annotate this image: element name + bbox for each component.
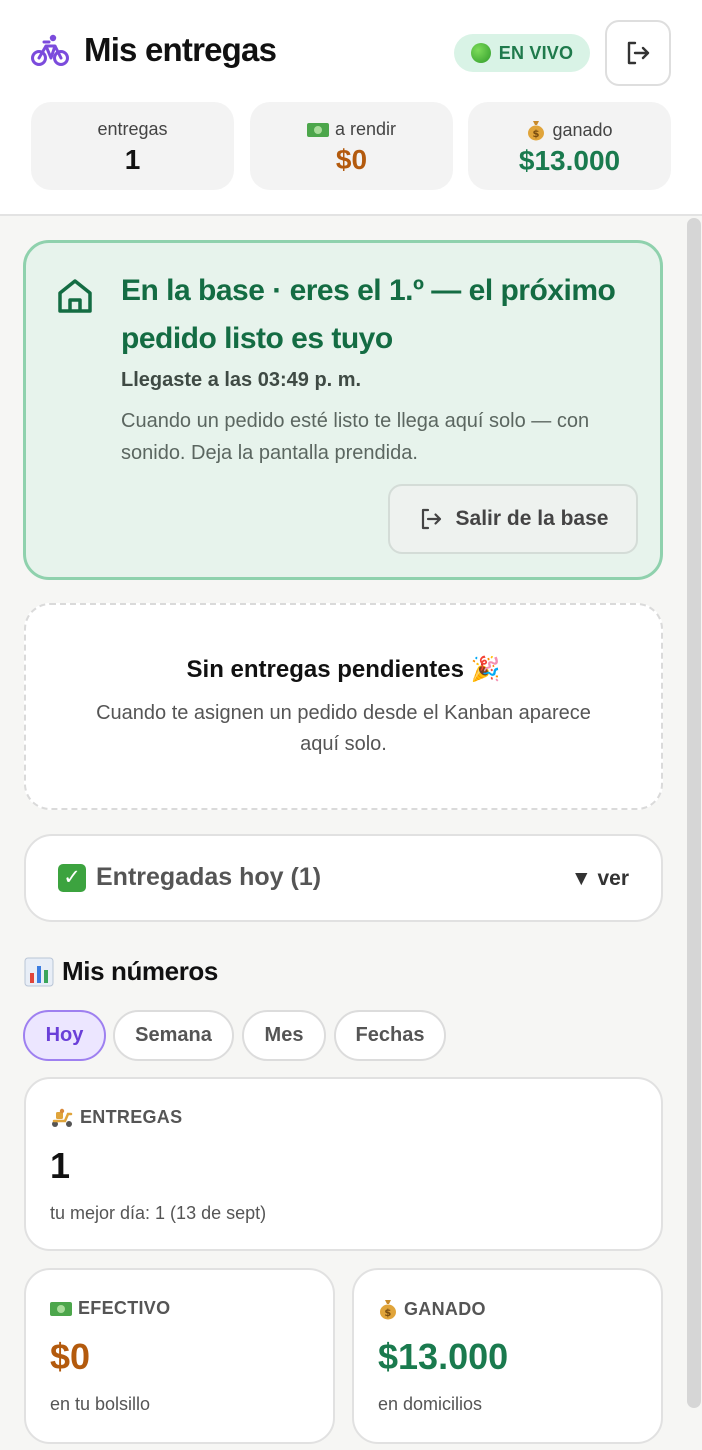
metric-label: ENTREGAS xyxy=(80,1107,183,1127)
stat-earned: $ ganado $13.000 xyxy=(468,102,671,190)
svg-text:$: $ xyxy=(384,1308,391,1319)
svg-text:$: $ xyxy=(533,129,540,140)
delivered-today-label: Entregadas hoy (1) xyxy=(96,863,322,891)
metric-value: $0 xyxy=(50,1336,91,1377)
home-icon xyxy=(58,279,92,313)
logout-icon xyxy=(421,508,441,530)
stat-label-row: a rendir xyxy=(250,119,453,140)
stat-value: $13.000 xyxy=(518,145,621,176)
leave-base-button[interactable]: Salir de la base xyxy=(388,484,638,554)
tab-semana[interactable]: Semana xyxy=(113,1010,234,1061)
live-status-badge: EN VIVO xyxy=(454,34,590,72)
live-badge-label: EN VIVO xyxy=(498,42,574,63)
stat-label: a rendir xyxy=(334,119,397,139)
metric-label: EFECTIVO xyxy=(78,1298,171,1318)
metric-note: tu mejor día: 1 (13 de sept) xyxy=(50,1203,267,1223)
stat-label-row: $ ganado xyxy=(468,119,671,141)
numbers-title: Mis números xyxy=(62,956,218,986)
scooter-icon xyxy=(52,1108,73,1127)
stat-deliveries: entregas 1 xyxy=(31,102,234,190)
earned-metric-card: $ GANADO $13.000 en domicilios xyxy=(352,1268,663,1444)
expand-toggle[interactable]: ▼ ver xyxy=(571,867,629,891)
page-title: Mis entregas xyxy=(84,31,277,68)
logout-button[interactable] xyxy=(605,20,671,86)
deliveries-metric-card: ENTREGAS 1 tu mejor día: 1 (13 de sept) xyxy=(24,1077,663,1251)
leave-base-label: Salir de la base xyxy=(455,507,609,530)
stat-to-settle: a rendir $0 xyxy=(250,102,453,190)
header: Mis entregas EN VIVO entregas 1 a rendir… xyxy=(0,0,702,216)
metric-label-row: $ GANADO xyxy=(378,1298,486,1320)
numbers-section-title: Mis números xyxy=(24,956,218,987)
logout-icon xyxy=(627,41,650,65)
tab-hoy[interactable]: Hoy xyxy=(23,1010,106,1061)
base-description: Cuando un pedido esté listo te llega aqu… xyxy=(121,410,590,464)
check-mark-icon: ✓ xyxy=(58,863,86,892)
empty-state-card: Sin entregas pendientes 🎉 Cuando te asig… xyxy=(24,603,663,810)
tab-mes[interactable]: Mes xyxy=(242,1010,326,1061)
tab-fechas[interactable]: Fechas xyxy=(334,1010,446,1061)
stat-value: $0 xyxy=(335,144,368,175)
delivered-today-toggle[interactable]: ✓ Entregadas hoy (1) ▼ ver xyxy=(24,834,663,922)
base-status-title: En la base · eres el 1.º — el próximo pe… xyxy=(121,274,616,355)
arrival-time: Llegaste a las 03:49 p. m. xyxy=(121,369,362,391)
empty-state-title: Sin entregas pendientes 🎉 xyxy=(186,656,501,683)
delivered-today-label-row: ✓ Entregadas hoy (1) xyxy=(58,863,321,892)
stat-value: 1 xyxy=(124,144,141,175)
cash-metric-card: EFECTIVO $0 en tu bolsillo xyxy=(24,1268,335,1444)
metric-value: $13.000 xyxy=(378,1336,509,1377)
metric-label-row: EFECTIVO xyxy=(50,1298,170,1319)
stat-label: ganado xyxy=(552,119,613,140)
empty-state-description: Cuando te asignen un pedido desde el Kan… xyxy=(96,702,591,755)
bar-chart-icon xyxy=(24,957,54,986)
stat-label: entregas xyxy=(97,119,168,139)
cash-icon xyxy=(306,122,329,137)
metric-value: 1 xyxy=(50,1145,71,1186)
scrollbar-thumb[interactable] xyxy=(687,218,701,1408)
metric-note: en domicilios xyxy=(378,1394,483,1414)
cash-icon xyxy=(50,1301,72,1316)
money-bag-icon: $ xyxy=(528,121,545,141)
metric-note: en tu bolsillo xyxy=(50,1394,151,1414)
green-circle-icon xyxy=(470,43,491,63)
metric-label: GANADO xyxy=(404,1298,486,1319)
base-status-card: En la base · eres el 1.º — el próximo pe… xyxy=(23,240,663,580)
bicycle-icon xyxy=(31,34,69,66)
brand: Mis entregas xyxy=(30,30,277,70)
metric-label-row: ENTREGAS xyxy=(50,1107,182,1128)
money-bag-icon: $ xyxy=(380,1300,396,1320)
